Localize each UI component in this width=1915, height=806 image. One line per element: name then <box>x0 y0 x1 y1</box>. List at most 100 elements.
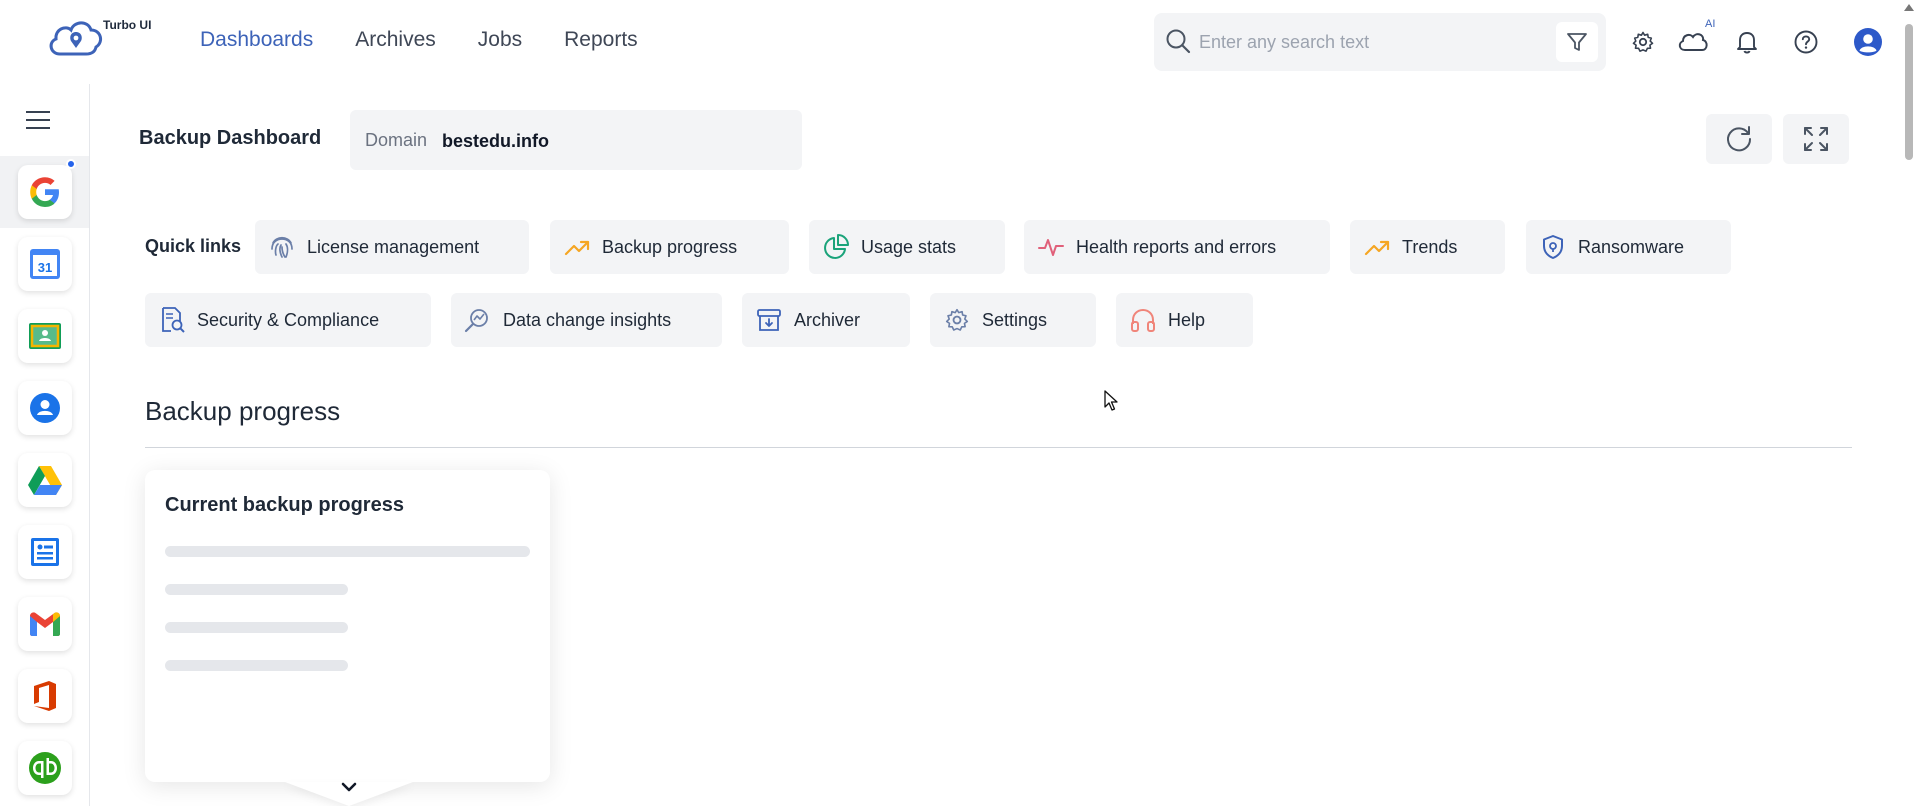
filter-button[interactable] <box>1556 22 1598 62</box>
quick-link-label: Archiver <box>794 309 861 330</box>
shield-icon <box>1538 232 1568 262</box>
gmail-icon <box>29 612 60 636</box>
quick-link-trends[interactable]: Trends <box>1350 220 1505 274</box>
quick-link-label: Backup progress <box>602 236 738 257</box>
quick-link-backup-progress[interactable]: Backup progress <box>550 220 789 274</box>
refresh-button[interactable] <box>1706 114 1772 164</box>
user-avatar-icon <box>1854 28 1882 56</box>
calendar-day: 31 <box>37 260 51 275</box>
classroom-app-tile <box>17 309 72 363</box>
quick-link-data-change-insights[interactable]: Data change insights <box>451 293 722 347</box>
ai-badge: AI <box>1705 18 1716 30</box>
cloud-logo-icon <box>49 21 103 56</box>
quick-link-label: Security & Compliance <box>197 309 380 330</box>
fingerprint-icon <box>267 232 297 262</box>
trend-up-icon <box>562 232 592 262</box>
scroll-up-arrow[interactable] <box>1904 4 1914 11</box>
nav-archives[interactable]: Archives <box>355 28 436 52</box>
pulse-icon <box>1036 232 1066 262</box>
gmail-app-tile <box>17 597 72 651</box>
trend-up-icon <box>1362 232 1392 262</box>
quick-link-label: Settings <box>982 309 1048 330</box>
quick-link-label: Trends <box>1402 236 1458 257</box>
quick-link-archiver[interactable]: Archiver <box>742 293 910 347</box>
rail-app-calendar[interactable]: 31 <box>0 228 89 300</box>
rail-app-directory[interactable] <box>0 516 89 588</box>
quick-link-license-management[interactable]: License management <box>255 220 529 274</box>
current-backup-progress-card: Current backup progress <box>145 470 550 806</box>
google-app-tile <box>17 159 76 219</box>
help-icon <box>1794 30 1818 54</box>
google-directory-icon <box>30 538 59 566</box>
settings-button[interactable] <box>1625 24 1661 60</box>
rail-app-google[interactable] <box>0 156 89 228</box>
nav-jobs[interactable]: Jobs <box>478 28 522 52</box>
mouse-cursor-icon <box>1104 390 1118 411</box>
quick-link-label: Health reports and errors <box>1076 236 1277 257</box>
domain-value: bestedu.info <box>442 131 549 151</box>
rail-app-classroom[interactable] <box>0 300 89 372</box>
bell-icon <box>1737 32 1757 54</box>
app-logo[interactable]: Turbo UI <box>46 16 156 66</box>
google-drive-icon <box>27 466 62 495</box>
quick-link-label: License management <box>307 236 480 257</box>
gear-icon <box>1632 31 1654 52</box>
rail-app-quickbooks[interactable] <box>0 732 89 804</box>
notifications-button[interactable] <box>1729 24 1765 60</box>
calendar-app-tile: 31 <box>17 237 72 291</box>
search-icon <box>1164 27 1192 60</box>
loading-skeleton-bar <box>165 546 530 557</box>
hamburger-line <box>26 119 50 121</box>
section-title: Backup progress <box>145 396 341 426</box>
loading-skeleton-bar <box>165 622 348 633</box>
drive-app-tile <box>17 453 72 507</box>
contacts-app-tile <box>17 381 72 435</box>
card-title: Current backup progress <box>165 494 404 516</box>
document-search-icon <box>157 305 187 335</box>
google-icon <box>29 177 59 207</box>
loading-skeleton-bar <box>165 584 348 595</box>
domain-selector[interactable]: Domain bestedu.info <box>350 110 802 170</box>
quick-link-usage-stats[interactable]: Usage stats <box>809 220 1005 274</box>
quick-link-health-reports[interactable]: Health reports and errors <box>1024 220 1330 274</box>
quickbooks-app-tile <box>17 741 72 795</box>
rail-app-contacts[interactable] <box>0 372 89 444</box>
quick-link-label: Ransomware <box>1578 236 1685 257</box>
google-classroom-icon <box>28 323 61 349</box>
rail-app-gmail[interactable] <box>0 588 89 660</box>
expand-icon <box>1804 127 1828 151</box>
cloud-ai-icon <box>1678 33 1708 51</box>
headset-icon <box>1128 305 1158 335</box>
quickbooks-icon <box>28 752 61 784</box>
quick-link-settings[interactable]: Settings <box>930 293 1096 347</box>
domain-label: Domain <box>365 130 428 150</box>
directory-app-tile <box>17 525 72 579</box>
gear-icon <box>942 305 972 335</box>
nav-reports[interactable]: Reports <box>564 28 638 52</box>
menu-toggle-button[interactable] <box>26 104 58 136</box>
nav-dashboards[interactable]: Dashboards <box>200 28 313 52</box>
office-icon <box>33 681 56 711</box>
logo-text: Turbo UI <box>103 18 152 32</box>
rail-app-drive[interactable] <box>0 444 89 516</box>
search-input[interactable] <box>1199 29 1539 55</box>
quick-link-security-compliance[interactable]: Security & Compliance <box>145 293 431 347</box>
page-title: Backup Dashboard <box>139 127 322 149</box>
filter-icon <box>1567 33 1587 51</box>
scrollbar-thumb[interactable] <box>1905 24 1913 160</box>
chevron-down-icon[interactable] <box>340 780 358 799</box>
google-calendar-icon: 31 <box>29 249 60 279</box>
rail-app-office[interactable] <box>0 660 89 732</box>
quick-link-help[interactable]: Help <box>1116 293 1253 347</box>
hamburger-line <box>26 127 50 129</box>
hamburger-line <box>26 111 50 113</box>
help-button[interactable] <box>1788 24 1824 60</box>
quick-link-ransomware[interactable]: Ransomware <box>1526 220 1731 274</box>
search-bar <box>1154 13 1606 71</box>
pie-chart-icon <box>821 232 851 262</box>
office-app-tile <box>17 669 72 723</box>
user-menu-button[interactable] <box>1850 24 1886 60</box>
refresh-icon <box>1727 126 1752 152</box>
fullscreen-button[interactable] <box>1783 114 1849 164</box>
quick-links-label: Quick links <box>145 236 242 256</box>
